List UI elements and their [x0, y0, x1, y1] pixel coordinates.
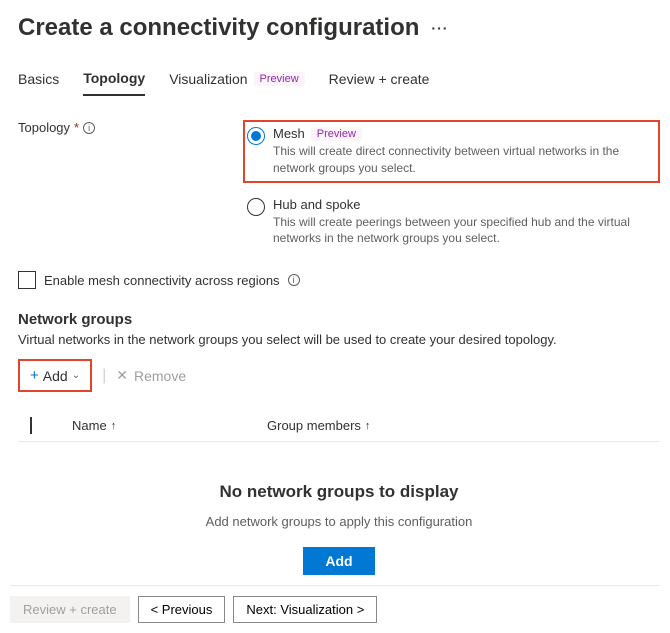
tab-topology[interactable]: Topology	[83, 70, 145, 96]
column-name-header[interactable]: Name ↑	[72, 418, 267, 433]
chevron-down-icon: ⌄	[72, 370, 80, 381]
tab-review[interactable]: Review + create	[329, 70, 430, 96]
next-button[interactable]: Next: Visualization >	[233, 596, 377, 623]
more-actions-button[interactable]: ···	[431, 20, 448, 36]
mesh-cross-region-checkbox[interactable]	[18, 271, 36, 289]
preview-badge: Preview	[254, 72, 305, 86]
column-members-header[interactable]: Group members ↑	[267, 418, 370, 433]
hub-description: This will create peerings between your s…	[273, 214, 656, 248]
preview-badge: Preview	[311, 127, 362, 141]
sort-arrow-icon: ↑	[111, 420, 117, 432]
mesh-cross-region-label: Enable mesh connectivity across regions	[44, 273, 280, 288]
required-marker: *	[74, 120, 79, 135]
mesh-description: This will create direct connectivity bet…	[273, 143, 656, 177]
network-groups-header: Network groups	[18, 311, 660, 328]
tab-visualization[interactable]: Visualization Preview	[169, 70, 304, 96]
empty-add-button[interactable]: Add	[303, 547, 374, 575]
review-create-button: Review + create	[10, 596, 130, 623]
radio-mesh[interactable]	[247, 127, 265, 145]
sort-arrow-icon: ↑	[365, 420, 371, 432]
plus-icon: +	[30, 367, 39, 384]
empty-state-title: No network groups to display	[18, 482, 660, 502]
info-icon[interactable]: i	[83, 122, 95, 134]
toolbar-separator: |	[102, 367, 106, 385]
select-all-checkbox[interactable]	[30, 417, 32, 434]
add-label: Add	[43, 368, 68, 384]
radio-option-hub[interactable]: Hub and spoke This will create peerings …	[243, 191, 660, 254]
add-network-group-button[interactable]: + Add ⌄	[22, 363, 88, 388]
remove-network-group-button[interactable]: ✕ Remove	[116, 367, 186, 384]
remove-label: Remove	[134, 368, 186, 384]
empty-state-description: Add network groups to apply this configu…	[18, 514, 660, 529]
column-name-label: Name	[72, 418, 107, 433]
tab-visualization-label: Visualization	[169, 71, 247, 87]
column-members-label: Group members	[267, 418, 361, 433]
page-title: Create a connectivity configuration	[18, 14, 419, 42]
previous-button[interactable]: < Previous	[138, 596, 226, 623]
network-groups-description: Virtual networks in the network groups y…	[18, 332, 660, 347]
table-header: Name ↑ Group members ↑	[18, 410, 660, 442]
add-button-highlight: + Add ⌄	[18, 359, 92, 392]
close-icon: ✕	[116, 367, 128, 384]
topology-label: Topology	[18, 120, 70, 135]
tab-basics[interactable]: Basics	[18, 70, 59, 96]
info-icon[interactable]: i	[288, 274, 300, 286]
mesh-title: Mesh	[273, 126, 305, 141]
hub-title: Hub and spoke	[273, 197, 360, 212]
tab-bar: Basics Topology Visualization Preview Re…	[18, 70, 660, 96]
radio-hub[interactable]	[247, 198, 265, 216]
radio-option-mesh[interactable]: Mesh Preview This will create direct con…	[243, 120, 660, 183]
